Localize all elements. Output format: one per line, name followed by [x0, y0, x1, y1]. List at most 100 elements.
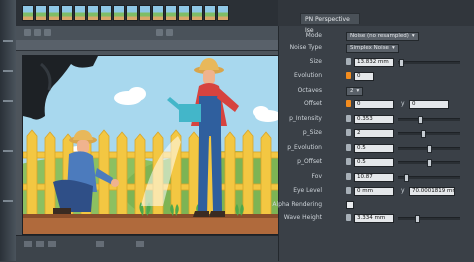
size-input[interactable]: 13.832 mm: [354, 58, 394, 67]
frame-thumbnail[interactable]: [165, 5, 177, 21]
p-evolution-input[interactable]: 0.5: [354, 144, 394, 153]
frame-thumbnail[interactable]: [126, 5, 138, 21]
frame-thumbnail[interactable]: [61, 5, 73, 21]
loop-icon[interactable]: [44, 29, 51, 36]
frame-thumbnail[interactable]: [35, 5, 47, 21]
frame-thumbnail[interactable]: [152, 5, 164, 21]
fov-label: Fov: [311, 173, 322, 180]
viewer-toolbar: [16, 40, 278, 51]
thumbnail-toolbar: [16, 26, 278, 41]
p-evolution-slider-handle[interactable]: [427, 145, 432, 153]
fov-keyframe-icon[interactable]: [346, 173, 351, 180]
offset-label: Offset: [303, 100, 322, 107]
p-evolution-label: p_Evolution: [287, 144, 322, 151]
offset-keyframe-icon[interactable]: [346, 100, 351, 107]
tool-tick: [3, 70, 13, 72]
mode-label: Mode: [305, 32, 322, 39]
tool-tick: [3, 100, 13, 102]
noise-type-label: Noise Type: [289, 44, 322, 51]
stop-icon[interactable]: [34, 29, 41, 36]
zoom-icon[interactable]: [156, 29, 163, 36]
size-slider[interactable]: [398, 61, 460, 64]
octaves-label: Octaves: [297, 87, 322, 94]
frame-thumbnail[interactable]: [74, 5, 86, 21]
noise-type-dropdown[interactable]: Simplex Noise ▾: [346, 44, 399, 53]
eye-level-y-input[interactable]: 70.0001819 mm: [409, 187, 455, 196]
p-evolution-keyframe-icon[interactable]: [346, 144, 351, 151]
forward-icon[interactable]: [48, 241, 56, 247]
frame-thumbnail[interactable]: [178, 5, 190, 21]
frame-thumbnail[interactable]: [22, 5, 34, 21]
evolution-input[interactable]: 0: [354, 72, 374, 81]
p-size-slider[interactable]: [398, 132, 460, 135]
p-offset-keyframe-icon[interactable]: [346, 158, 351, 165]
p-size-keyframe-icon[interactable]: [346, 129, 351, 136]
rewind-icon[interactable]: [24, 241, 32, 247]
size-keyframe-icon[interactable]: [346, 58, 351, 65]
p-offset-label: p_Offset: [297, 158, 322, 165]
p-size-input[interactable]: 2: [354, 129, 394, 138]
frame-thumbnail[interactable]: [100, 5, 112, 21]
row-p-size: p_Size 2: [278, 128, 474, 138]
wave-height-keyframe-icon[interactable]: [346, 214, 351, 221]
p-offset-slider-handle[interactable]: [427, 159, 432, 167]
eye-level-label: Eye Level: [293, 187, 322, 194]
frame-marker[interactable]: [96, 241, 104, 247]
row-alpha-rendering: Alpha Rendering: [272, 200, 474, 210]
tab-pn-perspective[interactable]: PN Perspective Ise: [300, 13, 360, 34]
wave-height-slider-handle[interactable]: [415, 215, 421, 223]
evolution-keyframe-icon[interactable]: [346, 72, 351, 79]
alpha-rendering-checkbox[interactable]: [346, 201, 354, 209]
size-slider-handle[interactable]: [399, 59, 405, 67]
size-label: Size: [309, 58, 322, 65]
row-evolution: Evolution 0: [278, 71, 474, 81]
frame-thumbnail[interactable]: [217, 5, 229, 21]
play-icon[interactable]: [24, 29, 31, 36]
frame-thumbnail[interactable]: [87, 5, 99, 21]
p-intensity-keyframe-icon[interactable]: [346, 115, 351, 122]
frame-marker[interactable]: [136, 241, 144, 247]
p-intensity-slider[interactable]: [398, 118, 460, 121]
tool-tick: [3, 200, 13, 202]
eye-level-x-input[interactable]: 0 mm: [354, 187, 394, 196]
p-intensity-input[interactable]: 0.353: [354, 115, 394, 124]
wave-height-label: Wave Height: [283, 214, 322, 221]
eye-level-keyframe-icon[interactable]: [346, 187, 351, 194]
row-p-offset: p_Offset 0.5: [278, 157, 474, 167]
fov-input[interactable]: 10.87: [354, 173, 394, 182]
settings-icon[interactable]: [166, 29, 173, 36]
row-size: Size 13.832 mm: [278, 57, 474, 67]
frame-thumbnail[interactable]: [139, 5, 151, 21]
p-intensity-label: p_Intensity: [289, 115, 322, 122]
octaves-dropdown[interactable]: 2 ▾: [346, 87, 364, 96]
p-size-slider-handle[interactable]: [421, 130, 427, 138]
row-octaves: Octaves 2 ▾: [278, 86, 474, 96]
tool-tick: [3, 40, 13, 42]
frame-thumbnail[interactable]: [204, 5, 216, 21]
wave-height-slider[interactable]: [398, 217, 460, 220]
row-p-evolution: p_Evolution 0.5: [278, 143, 474, 153]
row-eye-level: Eye Level 0 mm y 70.0001819 mm: [278, 186, 474, 196]
wave-height-input[interactable]: 3.334 mm: [354, 214, 394, 223]
row-noise-type: Noise Type Simplex Noise ▾: [278, 43, 474, 53]
evolution-label: Evolution: [294, 72, 322, 79]
p-intensity-slider-handle[interactable]: [418, 116, 424, 124]
offset-x-input[interactable]: 0: [354, 100, 394, 109]
p-offset-input[interactable]: 0.5: [354, 158, 394, 167]
row-fov: Fov 10.87: [278, 172, 474, 182]
play-icon[interactable]: [36, 241, 44, 247]
offset-y-input[interactable]: 0: [409, 100, 449, 109]
thumbnail-strip[interactable]: [16, 0, 278, 27]
left-tool-strip: [0, 0, 16, 261]
frame-thumbnail[interactable]: [113, 5, 125, 21]
p-size-label: p_Size: [302, 129, 322, 136]
offset-y-label: y: [401, 100, 405, 107]
frame-thumbnail[interactable]: [48, 5, 60, 21]
mode-dropdown[interactable]: Noise (no resampled) ▾: [346, 32, 419, 41]
tool-tick: [3, 150, 13, 152]
row-p-intensity: p_Intensity 0.353: [278, 114, 474, 124]
fov-slider-handle[interactable]: [403, 174, 409, 182]
row-offset: Offset 0 y 0: [278, 99, 474, 109]
frame-thumbnail[interactable]: [191, 5, 203, 21]
timeline-bar: [16, 235, 278, 262]
